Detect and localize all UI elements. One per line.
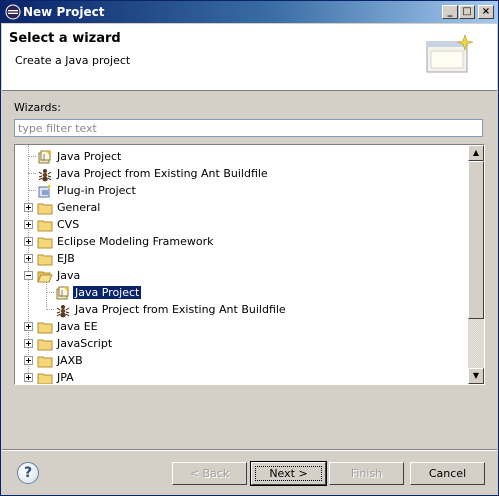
folder-icon — [37, 251, 53, 266]
tree-item[interactable]: Eclipse Modeling Framework — [15, 233, 468, 250]
tree-item-label: Plug-in Project — [57, 184, 136, 197]
tree-item-label: JAXB — [57, 354, 83, 367]
help-button[interactable]: ? — [17, 462, 39, 484]
folder-open-icon — [37, 268, 53, 283]
tree-item[interactable]: J Java Project — [15, 284, 468, 301]
next-button[interactable]: Next > — [250, 461, 327, 486]
tree-item-label: Java Project from Existing Ant Buildfile — [57, 167, 268, 180]
tree-item-label: JavaScript — [57, 337, 113, 350]
scroll-up-button[interactable]: ▲ — [468, 145, 484, 161]
folder-icon — [37, 336, 53, 351]
vertical-scrollbar[interactable]: ▲ ▼ — [468, 145, 484, 384]
expand-toggle-icon[interactable] — [24, 322, 33, 331]
folder-icon — [37, 200, 53, 215]
page-description: Create a Java project — [15, 54, 131, 67]
maximize-button[interactable]: □ — [459, 5, 475, 19]
finish-button[interactable]: Finish — [329, 462, 404, 485]
tree-item-label: Java EE — [57, 320, 98, 333]
tree-connector — [28, 173, 36, 174]
tree-item[interactable]: JPA — [15, 369, 468, 384]
expand-toggle-icon[interactable] — [24, 237, 33, 246]
tree-item[interactable]: Plug-in Project — [15, 182, 468, 199]
wizard-banner-icon — [426, 34, 474, 73]
tree-item-label: Java Project — [73, 286, 142, 299]
svg-text:J: J — [42, 153, 45, 161]
tree-item-label: JPA — [57, 371, 74, 384]
wizards-label: Wizards: — [14, 101, 61, 114]
tree-item[interactable]: JAXB — [15, 352, 468, 369]
tree-item-label: EJB — [57, 252, 75, 265]
expand-toggle-icon[interactable] — [24, 373, 33, 382]
tree-item[interactable]: J Java Project — [15, 148, 468, 165]
back-button[interactable]: < Back — [172, 462, 247, 485]
scroll-thumb[interactable] — [468, 161, 484, 319]
page-title: Select a wizard — [9, 31, 121, 46]
expand-toggle-icon[interactable] — [24, 339, 33, 348]
java-project-icon: J — [55, 285, 71, 300]
tree-item[interactable]: Java EE — [15, 318, 468, 335]
tree-item-label: CVS — [57, 218, 80, 231]
button-bar-separator — [2, 449, 497, 451]
tree-item-label: Java Project from Existing Ant Buildfile — [75, 303, 286, 316]
filter-input[interactable] — [14, 119, 483, 137]
tree-content: J Java Project Java Project from Existing … — [15, 145, 468, 384]
title-bar[interactable]: New Project _ □ × — [1, 1, 498, 23]
tree-connector — [46, 292, 54, 293]
expand-toggle-icon[interactable] — [24, 220, 33, 229]
expand-toggle-icon[interactable] — [24, 356, 33, 365]
scroll-down-button[interactable]: ▼ — [468, 368, 484, 384]
wizard-tree[interactable]: J Java Project Java Project from Existing … — [14, 144, 485, 385]
tree-connector — [46, 309, 54, 310]
minimize-button[interactable]: _ — [442, 5, 458, 19]
expand-toggle-icon[interactable] — [24, 254, 33, 263]
tree-item[interactable]: General — [15, 199, 468, 216]
folder-icon — [37, 234, 53, 249]
tree-item[interactable]: EJB — [15, 250, 468, 267]
eclipse-app-icon — [5, 4, 21, 20]
wizard-header: Select a wizard Create a Java project — [2, 24, 497, 91]
tree-item-label: Java Project — [57, 150, 122, 163]
close-button[interactable]: × — [478, 5, 494, 19]
folder-icon — [37, 217, 53, 232]
tree-item-label: Eclipse Modeling Framework — [57, 235, 214, 248]
collapse-toggle-icon[interactable] — [24, 271, 33, 280]
folder-icon — [37, 370, 53, 384]
tree-item[interactable]: Java Project from Existing Ant Buildfile — [15, 165, 468, 182]
tree-connector — [28, 190, 36, 191]
tree-item[interactable]: Java — [15, 267, 468, 284]
cancel-button[interactable]: Cancel — [410, 462, 485, 485]
svg-text:J: J — [60, 289, 63, 297]
window-title: New Project — [23, 5, 105, 19]
ant-icon — [37, 166, 53, 182]
tree-item[interactable]: CVS — [15, 216, 468, 233]
tree-item[interactable]: JavaScript — [15, 335, 468, 352]
tree-item-label: General — [57, 201, 101, 214]
plugin-project-icon — [37, 183, 53, 198]
java-project-icon: J — [37, 149, 53, 164]
folder-icon — [37, 353, 53, 368]
ant-icon — [55, 302, 71, 318]
focus-ring — [255, 466, 322, 481]
tree-item[interactable]: Java Project from Existing Ant Buildfile — [15, 301, 468, 318]
tree-item-label: Java — [57, 269, 81, 282]
expand-toggle-icon[interactable] — [24, 203, 33, 212]
folder-icon — [37, 319, 53, 334]
tree-connector — [28, 156, 36, 157]
new-project-dialog: New Project _ □ × Select a wizard Create… — [0, 0, 499, 496]
